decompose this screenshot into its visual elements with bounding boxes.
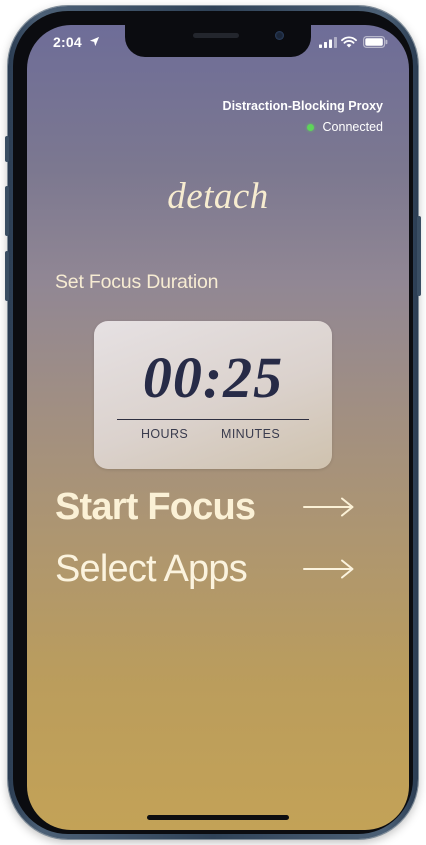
connected-dot-icon: [306, 123, 314, 131]
start-focus-button[interactable]: Start Focus: [55, 483, 355, 531]
status-time: 2:04: [53, 34, 82, 50]
focus-duration-label: Set Focus Duration: [55, 271, 219, 293]
right-arrow-icon: [303, 497, 354, 517]
start-focus-label: Start Focus: [55, 485, 256, 528]
phone-frame: 2:04 Distraction-Blocking Proxy Connecte…: [5, 6, 421, 839]
timer-value[interactable]: 00:25: [94, 349, 332, 407]
front-camera: [275, 31, 284, 40]
cellular-signal-icon: [319, 37, 337, 48]
screen: 2:04 Distraction-Blocking Proxy Connecte…: [27, 25, 409, 830]
battery-icon: [363, 36, 388, 48]
duration-picker[interactable]: 00:25 HOURS MINUTES: [94, 321, 332, 469]
page: 2:04 Distraction-Blocking Proxy Connecte…: [0, 0, 426, 845]
minutes-label: MINUTES: [221, 427, 281, 441]
volume-up-button: [5, 186, 9, 236]
volume-down-button: [5, 251, 9, 301]
phone-bezel: 2:04 Distraction-Blocking Proxy Connecte…: [13, 11, 413, 834]
proxy-status: Connected: [306, 120, 383, 134]
app-logo: detach: [167, 176, 269, 217]
power-button: [417, 216, 421, 296]
timer-divider: [117, 419, 309, 420]
proxy-title: Distraction-Blocking Proxy: [222, 99, 383, 113]
mute-switch: [5, 136, 9, 162]
select-apps-button[interactable]: Select Apps: [55, 545, 355, 593]
wifi-icon: [341, 36, 357, 48]
home-indicator[interactable]: [147, 815, 289, 820]
notch: [125, 25, 311, 57]
speaker-grille: [193, 33, 239, 38]
location-arrow-icon: [89, 36, 100, 47]
select-apps-label: Select Apps: [55, 547, 248, 590]
hours-label: HOURS: [141, 427, 189, 441]
proxy-status-text: Connected: [322, 120, 383, 134]
right-arrow-icon: [303, 559, 354, 579]
